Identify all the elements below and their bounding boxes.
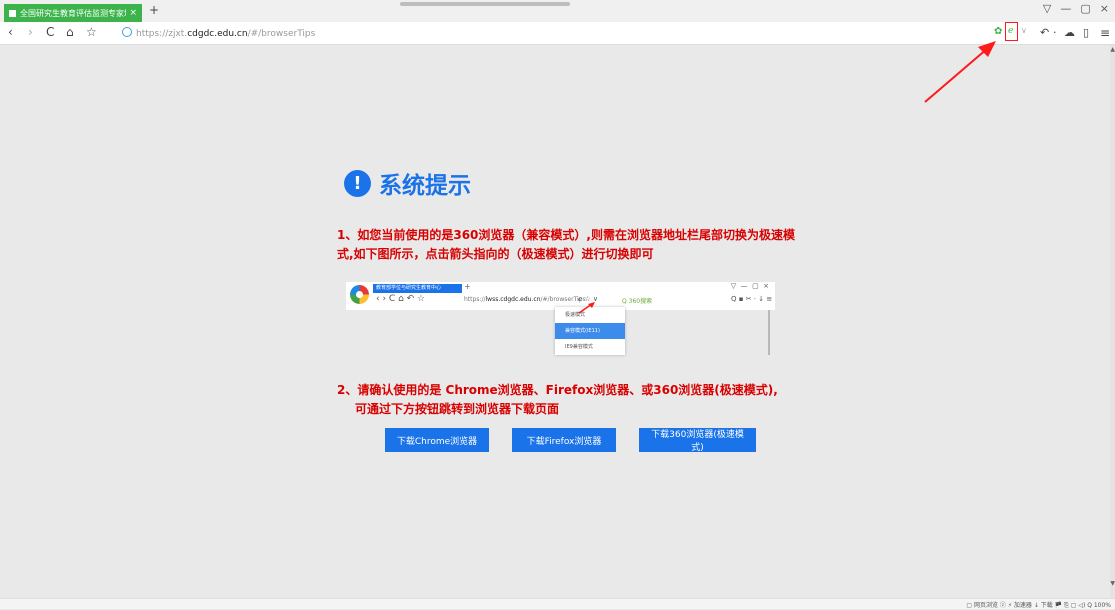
page-heading: ! 系统提示 (344, 166, 471, 200)
tip-1-line-1: 1、如您当前使用的是360浏览器（兼容模式）,则需在浏览器地址栏尾部切换为极速模 (337, 228, 795, 242)
url-path: /#/browserTips (247, 29, 316, 39)
illustration-red-arrow (578, 302, 595, 314)
alert-icon: ! (344, 169, 371, 197)
illustration-tab: 教育部学位与研究生教育中心 (373, 284, 462, 293)
url-prefix: https://zjxt. (136, 29, 188, 39)
maximize-icon[interactable]: ▢ (1080, 2, 1090, 15)
illustration-nav-icons: ‹ › C ⌂ ↶ ☆ (376, 294, 426, 304)
tab-title: 全国研究生教育评估监测专家填! (20, 8, 127, 18)
illustration-new-tab-icon: + (464, 282, 471, 291)
url-host: cdgdc.edu.cn (187, 29, 248, 39)
menu-item-ie9: IE9兼容模式 (565, 344, 593, 350)
skin-icon[interactable]: ▽ (1043, 2, 1051, 15)
browser-tab-active[interactable]: 全国研究生教育评估监测专家填! × (4, 4, 142, 22)
illustration-search: Q 360搜索 (622, 298, 653, 305)
tip-2-line-2: 可通过下方按钮跳转到浏览器下载页面 (355, 402, 560, 416)
extension-gear-icon[interactable]: ✿ (994, 26, 1002, 37)
red-arrow-annotation (924, 41, 996, 103)
mode-switch-highlight (1005, 22, 1018, 41)
browser-illustration: 教育部学位与研究生教育中心 + ▽ — ▢ × ‹ › C ⌂ ↶ ☆ http… (346, 282, 775, 310)
status-bar: ▢ 网页浏览 ⓩ ⚡ 加速器 ↓ 下载 🏴 ⎘ ▢ ◁) Q 100% (0, 598, 1115, 609)
home-icon[interactable]: ⌂ (66, 25, 74, 39)
minimize-icon[interactable]: — (1060, 2, 1071, 15)
illustration-window-controls: ▽ — ▢ × (730, 282, 769, 290)
menu-icon[interactable]: ≡ (1100, 26, 1110, 40)
download-chrome-button[interactable]: 下载Chrome浏览器 (385, 428, 489, 452)
tab-strip: 全国研究生教育评估监测专家填! × + ▽ — ▢ × (0, 0, 1115, 22)
cloud-icon[interactable]: ☁ (1064, 26, 1075, 39)
illustration-url: https://lwss.cdgdc.edu.cn/#/browserTips (464, 296, 586, 303)
sidebar-icon[interactable]: ▯ (1083, 26, 1089, 39)
forward-icon[interactable]: › (28, 25, 33, 39)
360-browser-logo-icon (350, 285, 369, 304)
page-scrollbar[interactable] (1110, 45, 1115, 598)
tip-1-line-2: 式,如下图所示，点击箭头指向的（极速模式）进行切换即可 (337, 247, 654, 261)
scroll-down-arrow-icon[interactable]: ▼ (1110, 580, 1115, 587)
undo-icon[interactable]: ↶ (1040, 26, 1049, 39)
download-360-button[interactable]: 下载360浏览器(极速模式) (639, 428, 756, 453)
page-favicon-icon (9, 9, 16, 17)
download-firefox-button[interactable]: 下载Firefox浏览器 (512, 428, 616, 452)
favorite-star-icon[interactable]: ☆ (86, 25, 97, 39)
window-drag-handle[interactable] (400, 2, 570, 6)
illustration-scrollbar (768, 310, 770, 355)
tip-2-line-1: 2、请确认使用的是 Chrome浏览器、Firefox浏览器、或360浏览器(极… (337, 383, 778, 397)
dot-icon: · (1053, 26, 1057, 39)
refresh-icon[interactable]: C (46, 25, 54, 39)
page-title: 系统提示 (379, 173, 471, 199)
scroll-up-arrow-icon[interactable]: ▲ (1110, 46, 1115, 53)
close-window-icon[interactable]: × (1100, 2, 1109, 15)
window-controls: ▽ — ▢ × (1043, 2, 1109, 15)
secure-globe-icon (122, 27, 132, 37)
url-field[interactable]: https://zjxt.cdgdc.edu.cn/#/browserTips (122, 27, 315, 39)
menu-item-compat-ie11: 兼容模式(IE11) (555, 323, 625, 339)
tab-close-icon[interactable]: × (129, 8, 137, 18)
back-icon[interactable]: ‹ (8, 25, 13, 39)
illustration-tools: Q ▪ ✂ · ↓ ≡ (731, 295, 773, 303)
new-tab-button[interactable]: + (149, 3, 159, 17)
status-bar-tools[interactable]: ▢ 网页浏览 ⓩ ⚡ 加速器 ↓ 下载 🏴 ⎘ ▢ ◁) Q 100% (966, 600, 1111, 610)
chevron-down-icon[interactable]: ∨ (1021, 26, 1027, 35)
